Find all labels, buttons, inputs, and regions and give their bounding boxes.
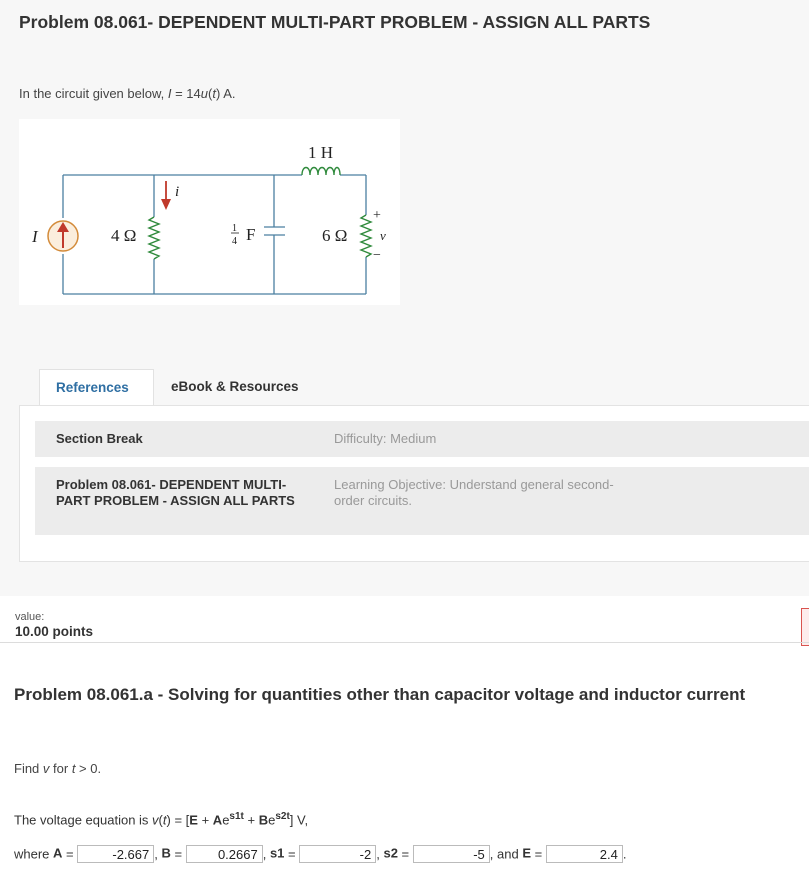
intro-prefix: In the circuit given below, [19,86,168,101]
resistor-6-ohm [359,214,373,258]
E-period: . [622,846,627,862]
E-input[interactable] [545,845,623,863]
part-title: Problem 08.061.a - Solving for quantitie… [14,685,746,704]
eq-equals: = [ [170,812,190,828]
circuit-svg: I 4 Ω i 1 4 F 1 H 6 Ω v + − [31,143,386,295]
resistor-6-ohm-label: 6 Ω [322,226,347,245]
side-status-box [801,608,809,646]
eq-plus2: + [243,812,259,828]
E-equals: = [530,846,546,862]
tab-ebook-resources[interactable]: eBook & Resources [155,369,315,406]
s2-label: s2 [383,845,398,861]
s1-equals: = [284,846,300,862]
inductor-coil [301,166,341,176]
current-label: i [175,184,179,200]
circuit-wires [62,174,367,295]
A-label: A [53,845,63,861]
references-panel: Section Break Difficulty: Medium Problem… [19,405,809,562]
eq-A: A [212,812,223,828]
intro-func: u [200,86,208,101]
s2-comma: , [489,846,497,862]
difficulty-text: Difficulty: Medium [334,431,437,446]
source-label: I [31,227,39,246]
problem-info-row: Problem 08.061- DEPENDENT MULTI-PART PRO… [35,467,809,535]
circuit-diagram: I 4 Ω i 1 4 F 1 H 6 Ω v + − [19,119,400,305]
eq-suffix: ] V, [289,812,309,828]
s2-input[interactable] [412,845,490,863]
intro-mid: = 14 [171,86,201,101]
eq-B: B [258,812,269,828]
resistor-4-ohm-label: 4 Ω [111,226,136,245]
answer-row: where A = , B = , s1 = , s2 = , and E = … [14,845,626,867]
find-prefix: Find [14,761,43,776]
eq-plus1: + [197,812,213,828]
and-label: and [497,846,523,862]
eq-prefix: The voltage equation is [14,812,153,828]
intro-suffix: A. [220,86,236,101]
eq-E: E [189,812,198,828]
find-suffix: > 0. [75,761,102,776]
resistor-4-ohm [147,216,161,260]
current-arrow-icon [161,181,171,210]
value-points: 10.00 points [15,624,94,639]
B-comma: , [262,846,270,862]
E-label: E [522,845,531,861]
inductor-label: 1 H [308,143,333,162]
eq-s2t: s2t [275,811,290,822]
eq-s1t: s1t [229,811,244,822]
problem-intro: In the circuit given below, I = 14u(t) A… [19,86,236,101]
s2-equals: = [397,846,413,862]
find-mid: for [49,761,72,776]
where-label: where [14,846,54,862]
section-break-label: Section Break [56,431,143,446]
page-title: Problem 08.061- DEPENDENT MULTI-PART PRO… [19,12,651,32]
s1-input[interactable] [299,845,377,863]
current-source [47,220,79,252]
cap-unit-label: F [246,225,255,244]
find-instruction: Find v for t > 0. [14,761,101,776]
voltage-plus: + [373,208,381,223]
A-equals: = [62,846,78,862]
B-equals: = [170,846,186,862]
voltage-minus: − [373,248,381,263]
voltage-equation: The voltage equation is v(t) = [E + Aes1… [14,811,308,827]
B-label: B [161,845,171,861]
B-input[interactable] [185,845,263,863]
divider [0,642,809,643]
A-input[interactable] [77,845,155,863]
problem-info-label: Problem 08.061- DEPENDENT MULTI-PART PRO… [56,477,295,508]
section-break-row: Section Break Difficulty: Medium [35,421,809,457]
cap-frac-num: 1 [232,223,237,234]
value-label: value: [15,611,45,623]
s1-label: s1 [269,845,285,861]
voltage-label: v [380,228,386,243]
learning-objective-text: Learning Objective: Understand general s… [334,477,614,508]
tab-references[interactable]: References [39,369,154,408]
cap-frac-den: 4 [232,236,237,247]
